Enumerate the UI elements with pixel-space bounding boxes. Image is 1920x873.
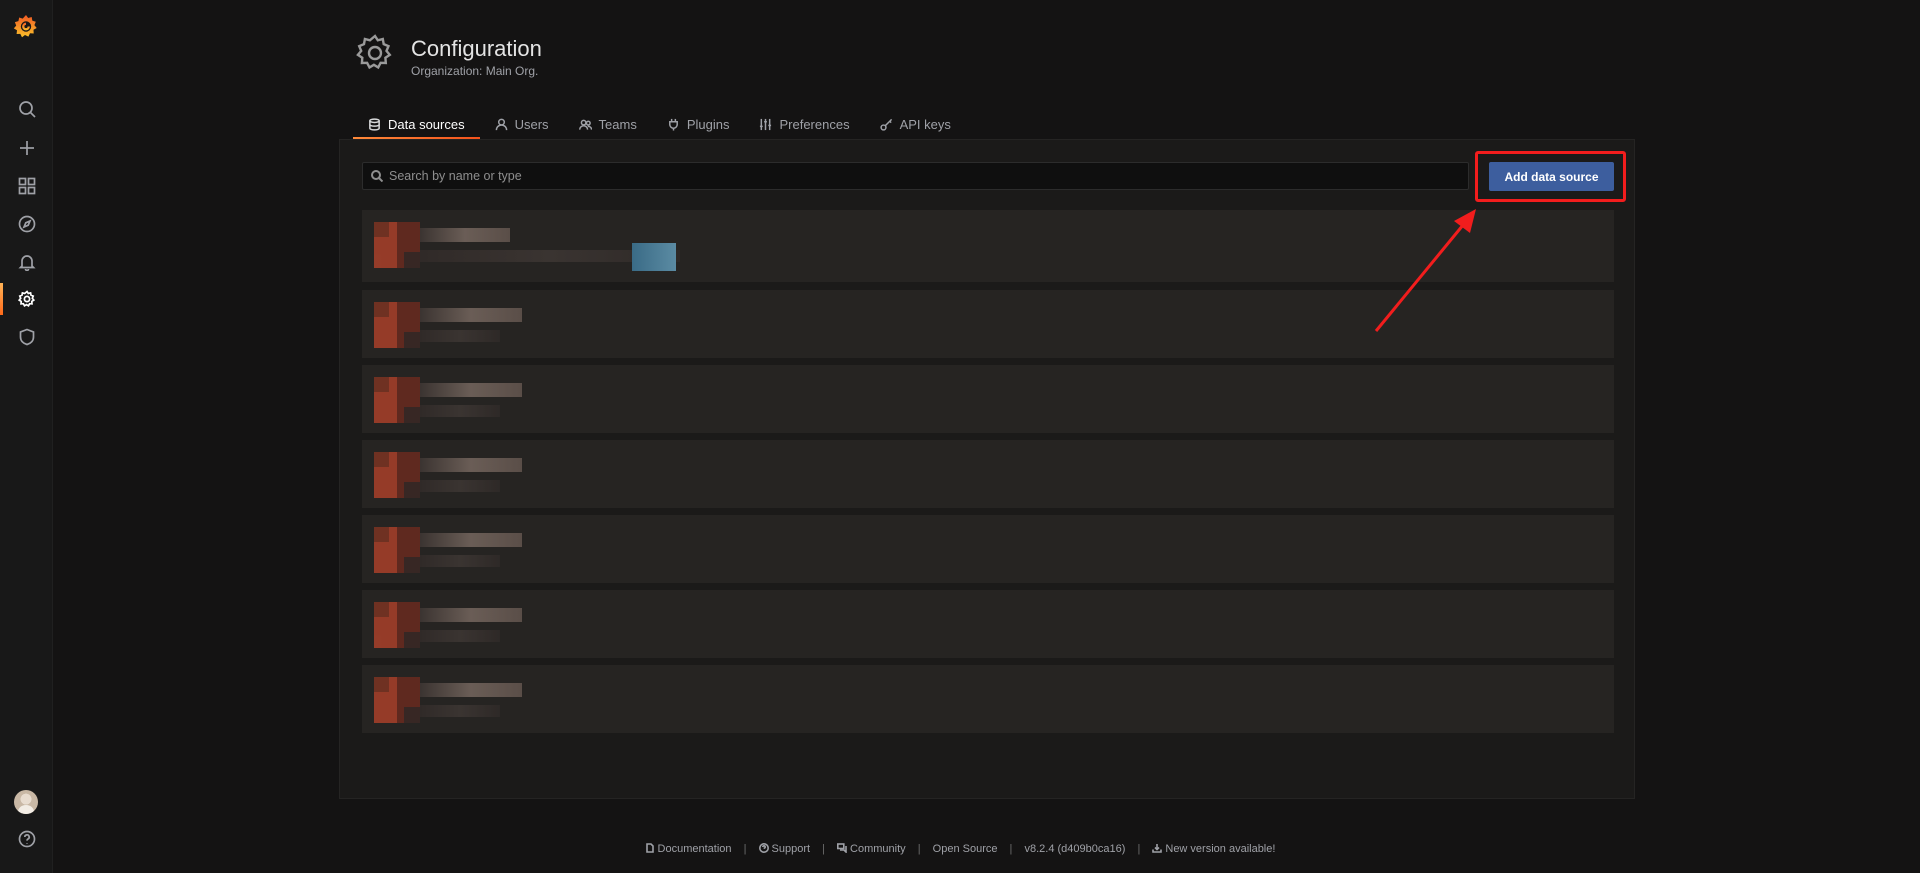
explore-icon[interactable]	[0, 205, 53, 243]
gear-icon	[355, 33, 395, 73]
shield-icon[interactable]	[0, 318, 53, 356]
search-field[interactable]	[362, 162, 1469, 190]
user-icon	[495, 118, 507, 130]
tab-label: Preferences	[779, 116, 850, 132]
data-source-list	[362, 210, 1614, 740]
list-item[interactable]	[362, 210, 1614, 282]
gear-icon[interactable]	[0, 280, 53, 318]
list-item[interactable]	[362, 590, 1614, 658]
search-icon[interactable]	[0, 90, 53, 128]
pixelated-name	[420, 683, 522, 697]
tab-teams[interactable]: Teams	[564, 108, 652, 140]
pixelated-logo	[374, 677, 420, 723]
side-menu	[0, 0, 53, 873]
pixelated-url	[420, 555, 500, 567]
comments-icon	[837, 843, 847, 854]
list-item[interactable]	[362, 665, 1614, 733]
pixelated-logo	[374, 222, 420, 268]
data-sources-panel: Add data source	[339, 139, 1635, 799]
tab-label: Data sources	[388, 116, 465, 132]
tab-label: Teams	[598, 116, 637, 132]
config-tabs: Data sources Users Teams Plugins Prefere…	[353, 108, 966, 140]
search-icon	[371, 170, 383, 182]
pixelated-logo	[374, 302, 420, 348]
community-link[interactable]: Community	[837, 843, 906, 855]
users-icon	[578, 119, 592, 130]
pixelated-badge	[632, 243, 676, 271]
pixelated-logo	[374, 602, 420, 648]
page-title: Configuration	[411, 36, 542, 61]
pixelated-logo	[374, 452, 420, 498]
tab-users[interactable]: Users	[480, 108, 564, 140]
pixelated-url	[420, 705, 500, 717]
tab-api-keys[interactable]: API keys	[865, 108, 966, 140]
new-version-link[interactable]: New version available!	[1152, 843, 1275, 855]
tab-label: API keys	[899, 116, 951, 132]
alerting-bell-icon[interactable]	[0, 243, 53, 281]
tab-label: Users	[514, 116, 549, 132]
dashboards-icon[interactable]	[0, 167, 53, 205]
pixelated-name	[420, 383, 522, 397]
pixelated-url	[420, 405, 500, 417]
pixelated-name	[420, 228, 510, 242]
footer: Documentation | Support | Community | Op…	[0, 843, 1920, 855]
page-subtitle: Organization: Main Org.	[411, 64, 539, 78]
pixelated-logo	[374, 377, 420, 423]
open-source-link[interactable]: Open Source	[933, 843, 998, 855]
search-input[interactable]	[389, 169, 1449, 183]
plug-icon	[668, 118, 678, 131]
list-item[interactable]	[362, 290, 1614, 358]
tab-label: Plugins	[686, 116, 730, 132]
list-item[interactable]	[362, 365, 1614, 433]
tab-data-sources[interactable]: Data sources	[353, 108, 480, 140]
pixelated-logo	[374, 527, 420, 573]
database-icon	[369, 117, 380, 131]
support-link[interactable]: Support	[758, 843, 810, 855]
pixelated-name	[420, 308, 522, 322]
pixelated-name	[420, 458, 522, 472]
tab-plugins[interactable]: Plugins	[652, 108, 745, 140]
add-data-source-button[interactable]: Add data source	[1489, 162, 1614, 191]
download-icon	[1152, 844, 1163, 853]
pixelated-url	[420, 630, 500, 642]
list-item[interactable]	[362, 440, 1614, 508]
pixelated-url	[420, 330, 500, 342]
avatar[interactable]	[14, 790, 38, 814]
version-label: v8.2.4 (d409b0ca16)	[1024, 843, 1126, 855]
grafana-logo-icon[interactable]	[13, 13, 39, 39]
list-item[interactable]	[362, 515, 1614, 583]
documentation-link[interactable]: Documentation	[645, 843, 732, 855]
tab-preferences[interactable]: Preferences	[744, 108, 864, 140]
plus-icon[interactable]	[0, 129, 53, 167]
key-icon	[879, 118, 892, 131]
pixelated-url	[420, 480, 500, 492]
pixelated-name	[420, 608, 522, 622]
pixelated-name	[420, 533, 522, 547]
sliders-icon	[760, 118, 772, 130]
question-circle-icon	[758, 843, 769, 853]
document-icon	[645, 843, 654, 853]
